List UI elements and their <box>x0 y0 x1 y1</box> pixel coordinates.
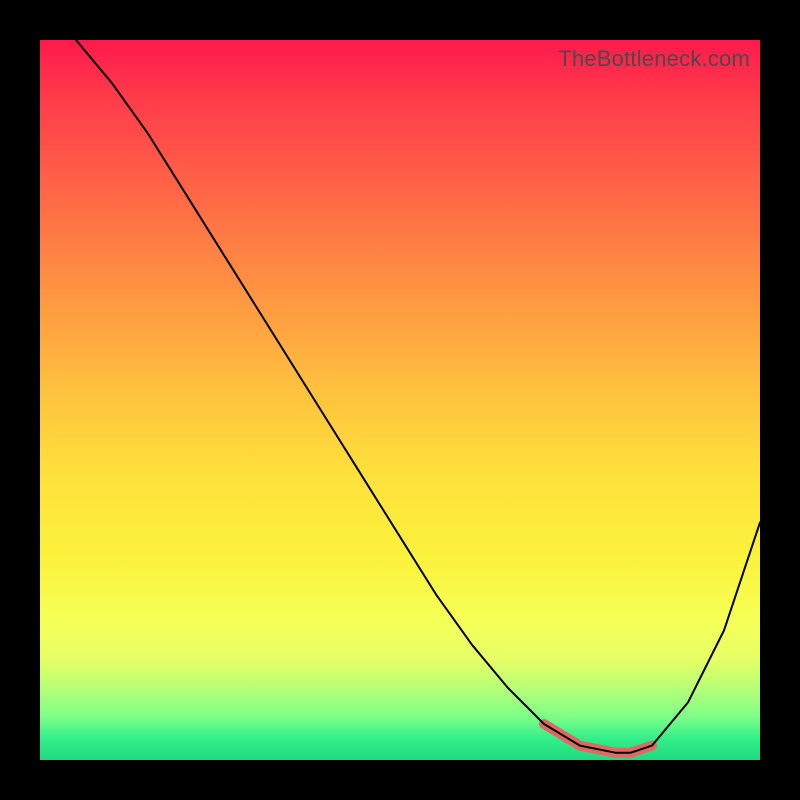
bottleneck-curve-svg <box>40 40 760 760</box>
chart-plot-area: TheBottleneck.com <box>40 40 760 760</box>
bottleneck-curve <box>76 40 760 753</box>
